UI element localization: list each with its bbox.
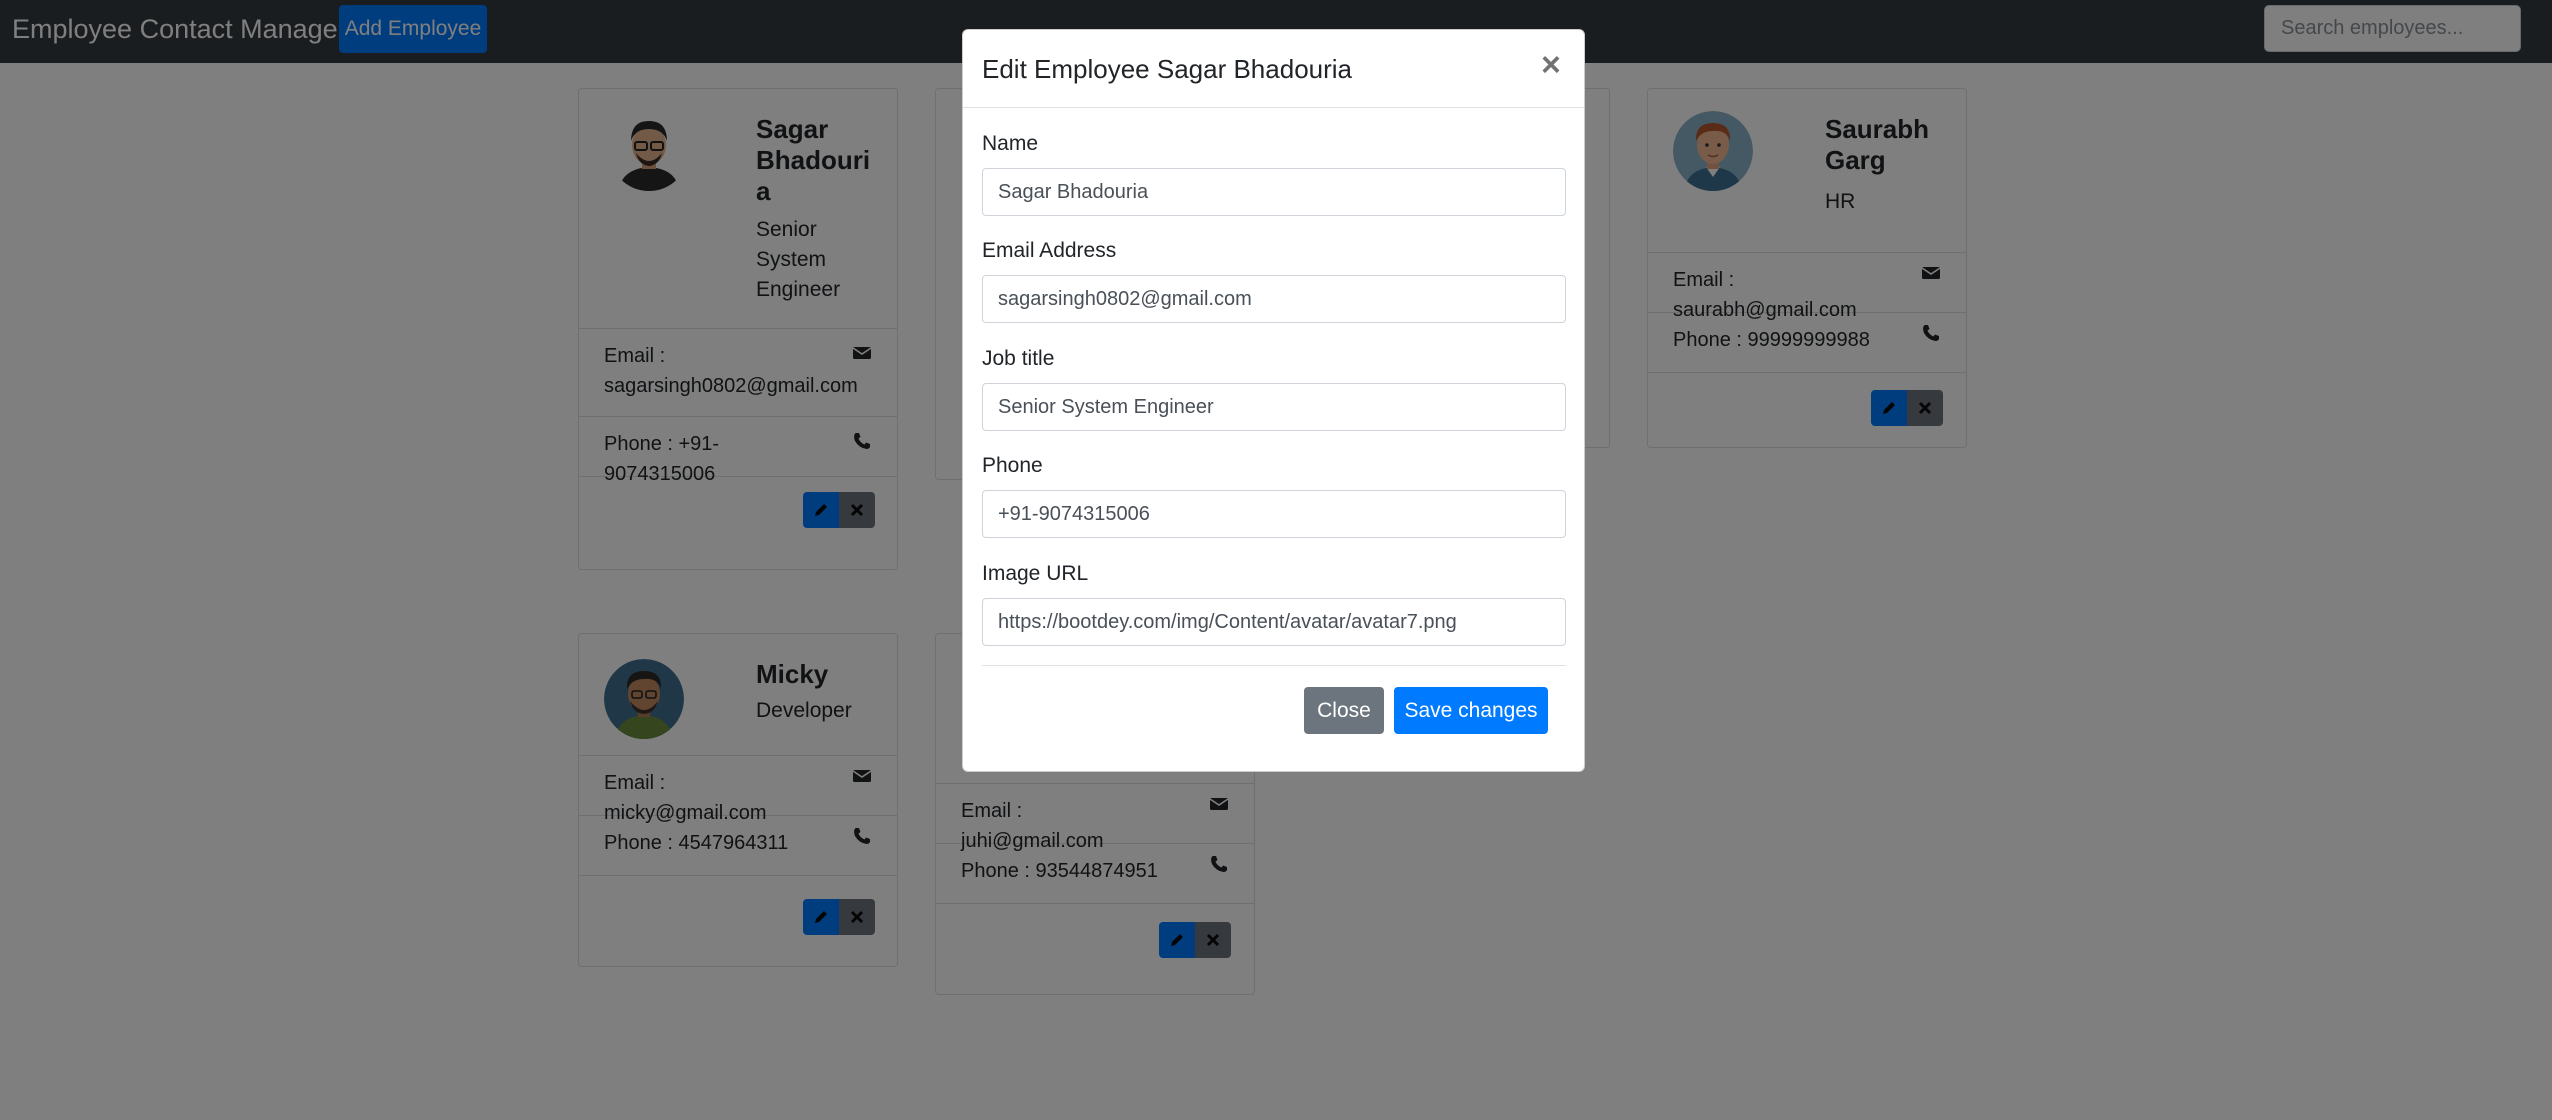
email-field[interactable] <box>982 275 1566 323</box>
modal-divider <box>982 665 1566 666</box>
image-url-field[interactable] <box>982 598 1566 646</box>
phone-label: Phone <box>982 454 1043 477</box>
name-field[interactable] <box>982 168 1566 216</box>
modal-title: Edit Employee Sagar Bhadouria <box>982 54 1353 84</box>
phone-field[interactable] <box>982 490 1566 538</box>
save-changes-button[interactable]: Save changes <box>1394 687 1548 734</box>
job-title-field[interactable] <box>982 383 1566 431</box>
close-button[interactable]: Close <box>1304 687 1384 734</box>
name-label: Name <box>982 132 1039 155</box>
modal-header: Edit Employee Sagar Bhadouria × <box>963 30 1584 108</box>
email-label: Email Address <box>982 239 1117 262</box>
image-url-label: Image URL <box>982 562 1089 585</box>
job-title-label: Job title <box>982 347 1055 370</box>
close-icon[interactable]: × <box>1541 48 1561 82</box>
edit-employee-modal: Edit Employee Sagar Bhadouria × Name Ema… <box>962 29 1585 772</box>
